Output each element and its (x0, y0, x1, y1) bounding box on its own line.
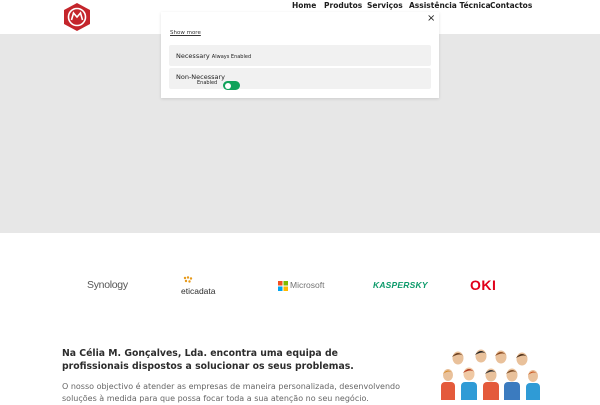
nav-assistencia-tecnica[interactable]: Assistência Técnica (409, 1, 491, 10)
category-status: Enabled (197, 80, 218, 86)
company-logo[interactable] (62, 3, 92, 31)
show-more-link[interactable]: Show more (170, 30, 201, 36)
nav-produtos[interactable]: Produtos (324, 1, 362, 10)
synology-logo: Synology (87, 279, 128, 291)
eticadata-icon (183, 276, 193, 283)
nav-contactos[interactable]: Contactos (490, 1, 532, 10)
nav-home[interactable]: Home (292, 1, 316, 10)
about-paragraph: O nosso objectivo é atender as empresas … (62, 382, 401, 403)
toggle-knob (225, 82, 231, 89)
about-heading: Na Célia M. Gonçalves, Lda. encontra uma… (62, 348, 354, 372)
kaspersky-logo: KASPERSKY (373, 280, 428, 290)
nav-servicos[interactable]: Serviços (367, 1, 403, 10)
microsoft-icon (278, 281, 288, 291)
eticadata-label: eticadata (181, 286, 216, 296)
close-icon[interactable]: × (427, 14, 435, 24)
non-necessary-toggle[interactable] (223, 81, 240, 90)
category-status: Always Enabled (211, 54, 252, 60)
microsoft-label: Microsoft (290, 280, 325, 290)
team-illustration (440, 348, 540, 400)
category-title: Necessary (176, 52, 210, 60)
cookie-category-necessary[interactable]: Necessary Always Enabled (169, 45, 431, 66)
cookie-category-non-necessary[interactable]: Non-Necessary Enabled (169, 68, 431, 90)
oki-logo: OKI (470, 277, 497, 293)
